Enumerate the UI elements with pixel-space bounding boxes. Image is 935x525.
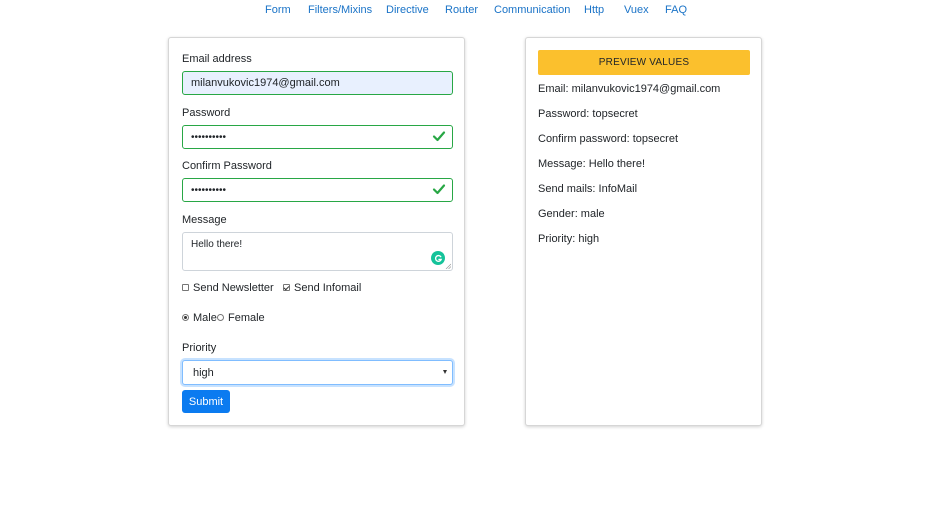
- preview-send-mails: Send mails: InfoMail: [538, 183, 638, 195]
- priority-label: Priority: [182, 342, 217, 354]
- nav-link-communication[interactable]: Communication: [485, 4, 579, 16]
- nav-link-router[interactable]: Router: [436, 4, 487, 16]
- nav-link-http[interactable]: Http: [575, 4, 613, 16]
- female-radio[interactable]: [217, 314, 224, 321]
- password-field[interactable]: ••••••••••: [182, 125, 453, 149]
- nav-link-faq[interactable]: FAQ: [656, 4, 696, 16]
- password-label: Password: [182, 107, 231, 119]
- infomail-checkbox-label: Send Infomail: [294, 282, 362, 294]
- password-mask: ••••••••••: [191, 131, 227, 143]
- female-radio-label: Female: [228, 312, 265, 324]
- valid-check-icon: [432, 184, 446, 195]
- resize-handle-icon[interactable]: [445, 263, 451, 269]
- email-value: milanvukovic1974@gmail.com: [191, 77, 340, 89]
- message-value: Hello there!: [191, 239, 243, 250]
- preview-gender: Gender: male: [538, 208, 605, 220]
- preview-priority: Priority: high: [538, 233, 600, 245]
- preview-email: Email: milanvukovic1974@gmail.com: [538, 83, 721, 95]
- male-radio[interactable]: [182, 314, 189, 321]
- preview-card: PREVIEW VALUES Email: milanvukovic1974@g…: [525, 37, 762, 426]
- newsletter-checkbox-label: Send Newsletter: [193, 282, 274, 294]
- confirm-password-label: Confirm Password: [182, 160, 272, 172]
- preview-password: Password: topsecret: [538, 108, 638, 120]
- valid-check-icon: [432, 131, 446, 142]
- nav-link-filters-mixins[interactable]: Filters/Mixins: [299, 4, 381, 16]
- newsletter-checkbox[interactable]: [182, 284, 189, 291]
- male-radio-label: Male: [193, 312, 217, 324]
- preview-values-button[interactable]: PREVIEW VALUES: [538, 50, 750, 75]
- preview-message: Message: Hello there!: [538, 158, 645, 170]
- nav-link-vuex[interactable]: Vuex: [615, 4, 658, 16]
- message-textarea[interactable]: Hello there!: [182, 232, 453, 271]
- message-label: Message: [182, 214, 227, 226]
- nav-link-form[interactable]: Form: [256, 4, 300, 16]
- priority-select[interactable]: high: [182, 360, 453, 385]
- submit-button[interactable]: Submit: [182, 390, 230, 413]
- priority-selected-value: high: [193, 366, 214, 379]
- top-navigation: Form Filters/Mixins Directive Router Com…: [0, 0, 935, 22]
- preview-confirm-password: Confirm password: topsecret: [538, 133, 678, 145]
- caret-down-icon: [443, 370, 447, 374]
- nav-link-directive[interactable]: Directive: [377, 4, 438, 16]
- confirm-password-mask: ••••••••••: [191, 184, 227, 196]
- confirm-password-field[interactable]: ••••••••••: [182, 178, 453, 202]
- form-card: Email address milanvukovic1974@gmail.com…: [168, 37, 465, 426]
- email-label: Email address: [182, 53, 252, 65]
- grammarly-icon[interactable]: [431, 251, 445, 265]
- infomail-checkbox[interactable]: [283, 284, 290, 291]
- email-field[interactable]: milanvukovic1974@gmail.com: [182, 71, 453, 95]
